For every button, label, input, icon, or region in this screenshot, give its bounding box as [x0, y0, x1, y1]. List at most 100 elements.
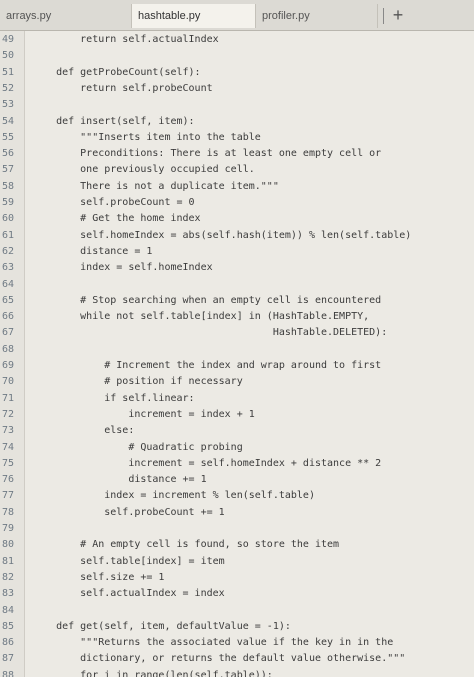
tab-bar: arrays.py hashtable.py profiler.py +: [0, 0, 474, 31]
code-line[interactable]: 66 while not self.table[index] in (HashT…: [0, 309, 474, 325]
code-text: else:: [32, 425, 135, 437]
code-line[interactable]: 53: [0, 97, 474, 113]
line-number: 60: [2, 213, 15, 225]
code-line[interactable]: 58 There is not a duplicate item.""": [0, 179, 474, 195]
line-number: 83: [2, 588, 15, 600]
line-number: 63: [2, 262, 15, 274]
line-number: 81: [2, 555, 15, 567]
plus-icon: +: [392, 5, 404, 25]
line-number: 85: [2, 620, 15, 632]
code-text: if self.linear:: [32, 392, 195, 404]
code-text: Preconditions: There is at least one emp…: [32, 148, 382, 160]
code-line[interactable]: 73 else:: [0, 423, 474, 439]
code-line[interactable]: 56 Preconditions: There is at least one …: [0, 146, 474, 162]
line-number: 56: [2, 148, 15, 160]
code-text: return self.probeCount: [32, 82, 213, 94]
line-number: 58: [2, 180, 15, 192]
code-text: self.size += 1: [32, 571, 165, 583]
code-line[interactable]: 75 increment = self.homeIndex + distance…: [0, 456, 474, 472]
line-number: 51: [2, 66, 15, 78]
code-text: # Quadratic probing: [32, 441, 243, 453]
code-line[interactable]: 86 """Returns the associated value if th…: [0, 635, 474, 651]
line-number: 64: [2, 278, 15, 290]
line-number: 65: [2, 294, 15, 306]
new-tab-button[interactable]: +: [378, 4, 418, 28]
code-line[interactable]: 85 def get(self, item, defaultValue = -1…: [0, 619, 474, 635]
code-line[interactable]: 84: [0, 603, 474, 619]
code-text: There is not a duplicate item.""": [32, 180, 279, 192]
line-number: 68: [2, 343, 15, 355]
code-line[interactable]: 68: [0, 342, 474, 358]
line-number: 61: [2, 229, 15, 241]
line-number: 88: [2, 669, 15, 677]
code-text: """Inserts item into the table: [32, 131, 261, 143]
line-number: 67: [2, 327, 15, 339]
code-line[interactable]: 70 # position if necessary: [0, 374, 474, 390]
code-text: increment = index + 1: [32, 408, 255, 420]
code-line[interactable]: 65 # Stop searching when an empty cell i…: [0, 293, 474, 309]
tab-profiler[interactable]: profiler.py: [256, 4, 378, 28]
line-number: 87: [2, 653, 15, 665]
code-line[interactable]: 80 # An empty cell is found, so store th…: [0, 537, 474, 553]
code-line[interactable]: 57 one previously occupied cell.: [0, 162, 474, 178]
code-editor[interactable]: 49 return self.actualIndex 50 51 def getPr…: [0, 31, 474, 677]
code-line[interactable]: 63 index = self.homeIndex: [0, 260, 474, 276]
tab-label: profiler.py: [262, 10, 310, 22]
code-line[interactable]: 76 distance += 1: [0, 472, 474, 488]
code-line[interactable]: 62 distance = 1: [0, 244, 474, 260]
tab-label: arrays.py: [6, 10, 52, 22]
code-line[interactable]: 71 if self.linear:: [0, 391, 474, 407]
code-text: def insert(self, item):: [32, 115, 195, 127]
code-line[interactable]: 52 return self.probeCount: [0, 81, 474, 97]
code-text: """Returns the associated value if the k…: [32, 637, 394, 649]
code-line[interactable]: 83 self.actualIndex = index: [0, 586, 474, 602]
code-line[interactable]: 82 self.size += 1: [0, 570, 474, 586]
code-text: index = increment % len(self.table): [32, 490, 315, 502]
line-number: 52: [2, 82, 15, 94]
tab-label: hashtable.py: [138, 10, 201, 22]
code-line[interactable]: 55 """Inserts item into the table: [0, 130, 474, 146]
line-number: 76: [2, 474, 15, 486]
code-line[interactable]: 78 self.probeCount += 1: [0, 505, 474, 521]
line-number: 84: [2, 604, 15, 616]
code-line[interactable]: 69 # Increment the index and wrap around…: [0, 358, 474, 374]
code-text: for i in range(len(self.table)):: [32, 669, 273, 677]
line-number: 53: [2, 99, 15, 111]
code-text: def get(self, item, defaultValue = -1):: [32, 620, 291, 632]
code-line[interactable]: 49 return self.actualIndex: [0, 32, 474, 48]
code-text: self.table[index] = item: [32, 555, 225, 567]
code-line[interactable]: 87 dictionary, or returns the default va…: [0, 651, 474, 667]
code-line[interactable]: 51 def getProbeCount(self):: [0, 65, 474, 81]
code-line[interactable]: 50: [0, 48, 474, 64]
code-text: # Stop searching when an empty cell is e…: [32, 294, 382, 306]
code-text: HashTable.DELETED):: [32, 327, 388, 339]
code-text: distance += 1: [32, 474, 207, 486]
code-line[interactable]: 59 self.probeCount = 0: [0, 195, 474, 211]
code-line[interactable]: 77 index = increment % len(self.table): [0, 488, 474, 504]
code-line[interactable]: 54 def insert(self, item):: [0, 114, 474, 130]
line-number: 75: [2, 457, 15, 469]
code-text: self.actualIndex = index: [32, 588, 225, 600]
code-line[interactable]: 81 self.table[index] = item: [0, 554, 474, 570]
line-number: 59: [2, 197, 15, 208]
code-line[interactable]: 64: [0, 277, 474, 293]
code-line[interactable]: 60 # Get the home index: [0, 211, 474, 227]
line-number: 55: [2, 131, 15, 143]
code-line[interactable]: 61 self.homeIndex = abs(self.hash(item))…: [0, 228, 474, 244]
line-number: 80: [2, 539, 15, 551]
code-line[interactable]: 88 for i in range(len(self.table)):: [0, 668, 474, 677]
line-number: 62: [2, 245, 15, 257]
line-number: 49: [2, 34, 15, 45]
code-line[interactable]: 74 # Quadratic probing: [0, 440, 474, 456]
tab-arrays[interactable]: arrays.py: [0, 4, 132, 28]
code-text: one previously occupied cell.: [32, 164, 255, 176]
code-line[interactable]: 79: [0, 521, 474, 537]
code-line[interactable]: 72 increment = index + 1: [0, 407, 474, 423]
code-text: increment = self.homeIndex + distance **…: [32, 457, 382, 469]
tab-hashtable[interactable]: hashtable.py: [132, 4, 256, 28]
code-line[interactable]: 67 HashTable.DELETED):: [0, 325, 474, 341]
code-text: # position if necessary: [32, 376, 243, 388]
line-number: 78: [2, 506, 15, 518]
line-number: 77: [2, 490, 15, 502]
line-number: 79: [2, 523, 15, 534]
